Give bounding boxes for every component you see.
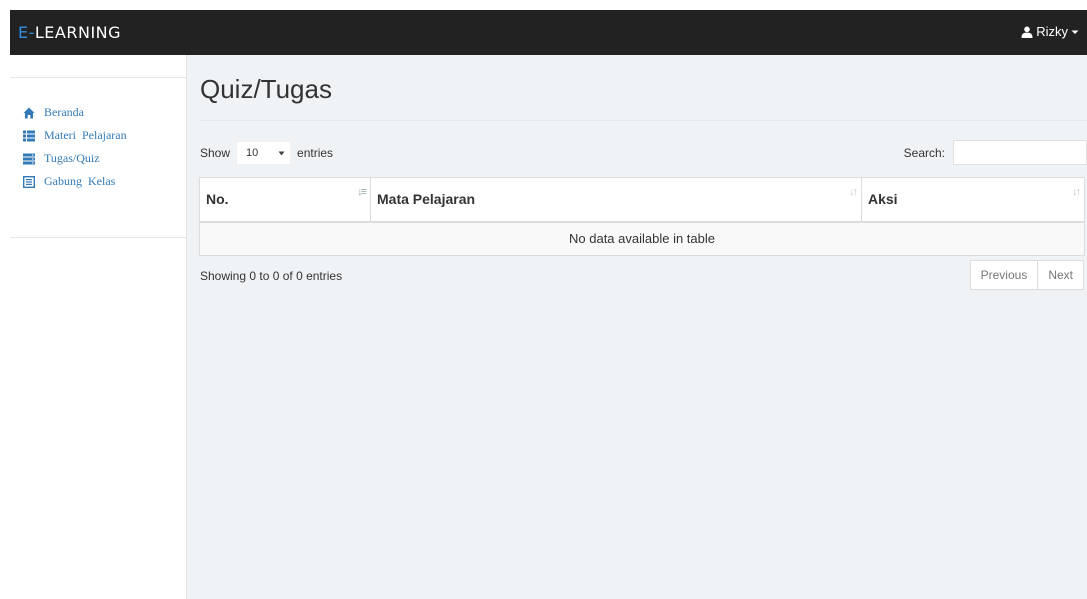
home-icon	[23, 107, 35, 119]
top-navbar: E-LEARNING Rizky	[10, 10, 1087, 55]
user-name: Rizky	[1036, 24, 1068, 39]
data-table: No. ↓≡ Mata Pelajaran ↓↑ Aksi ↓↑ No data…	[199, 177, 1085, 256]
column-header-mata-pelajaran[interactable]: Mata Pelajaran ↓↑	[370, 177, 862, 223]
page-title: Quiz/Tugas	[200, 74, 332, 104]
show-label: Show	[200, 146, 231, 160]
main-content: Quiz/Tugas Show 10 entries Search: No. ↓…	[187, 55, 1087, 599]
column-header-label: Aksi	[868, 191, 898, 208]
sidebar-item-label: Gabung Kelas	[44, 174, 116, 188]
brand-name: LEARNING	[34, 23, 122, 42]
sidebar-item-gabung-kelas[interactable]: Gabung Kelas	[10, 170, 186, 193]
sidebar-item-label: Tugas/Quiz	[44, 151, 100, 165]
sidebar: Beranda Materi Pelajaran Tugas/Quiz Gabu…	[10, 55, 187, 599]
sort-icon: ↓↑	[1072, 186, 1081, 198]
search-label: Search:	[903, 145, 945, 160]
sort-icon: ↓↑	[849, 186, 858, 198]
pagination: Previous Next	[969, 260, 1084, 290]
column-header-label: No.	[206, 191, 229, 208]
previous-page-button[interactable]: Previous	[969, 260, 1039, 290]
column-header-no[interactable]: No. ↓≡	[199, 177, 371, 223]
entries-select-value: 10	[246, 147, 259, 159]
list-alt-icon	[22, 175, 36, 188]
sidebar-item-label: Materi Pelajaran	[44, 128, 127, 142]
user-icon	[1021, 26, 1033, 38]
entries-label: entries	[297, 146, 334, 160]
next-page-button[interactable]: Next	[1038, 260, 1084, 290]
entries-select[interactable]: 10	[236, 141, 292, 165]
sidebar-divider-top	[10, 77, 186, 78]
brand-prefix: E-	[18, 23, 35, 42]
caret-down-icon	[1071, 29, 1079, 35]
empty-table-message: No data available in table	[199, 221, 1085, 256]
list-icon	[23, 130, 35, 142]
table-info: Showing 0 to 0 of 0 entries	[200, 269, 343, 283]
select-caret-icon	[278, 147, 285, 159]
sidebar-nav: Beranda Materi Pelajaran Tugas/Quiz Gabu…	[10, 101, 186, 193]
brand-logo[interactable]: E-LEARNING	[18, 23, 121, 42]
sidebar-item-label: Beranda	[44, 105, 84, 119]
search-control: Search:	[904, 140, 1087, 165]
table-header-row: No. ↓≡ Mata Pelajaran ↓↑ Aksi ↓↑	[199, 177, 1085, 223]
table-row: No data available in table	[199, 221, 1085, 256]
entries-length-control: Show 10 entries	[200, 141, 333, 165]
server-icon	[23, 153, 35, 165]
column-header-aksi[interactable]: Aksi ↓↑	[861, 177, 1085, 223]
sidebar-item-beranda[interactable]: Beranda	[10, 101, 186, 124]
sidebar-divider-bottom	[10, 237, 186, 238]
sort-ascending-icon: ↓≡	[357, 186, 367, 198]
sidebar-item-materi-pelajaran[interactable]: Materi Pelajaran	[10, 124, 186, 147]
search-input[interactable]	[953, 140, 1087, 165]
user-menu-dropdown[interactable]: Rizky	[1021, 24, 1079, 39]
column-header-label: Mata Pelajaran	[377, 191, 476, 208]
title-divider	[200, 120, 1087, 121]
sidebar-item-tugas-quiz[interactable]: Tugas/Quiz	[10, 147, 186, 170]
